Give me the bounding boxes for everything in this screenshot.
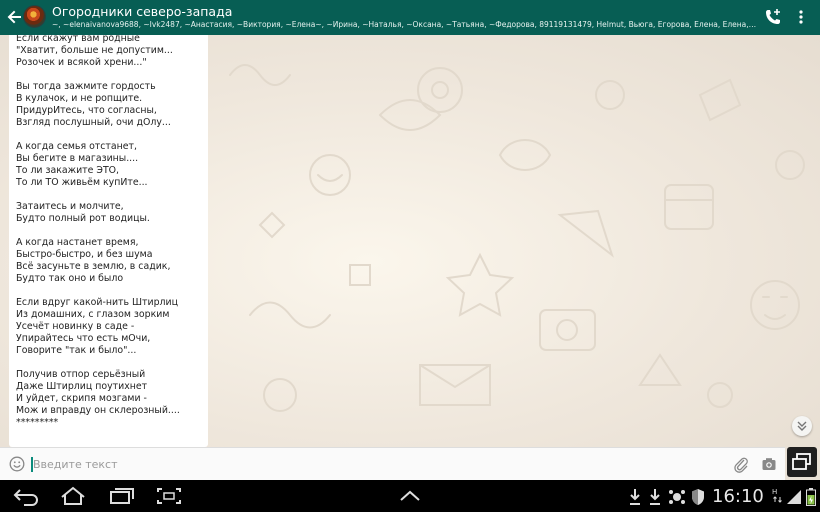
- camera-icon[interactable]: [761, 456, 777, 472]
- message-stanza: Если скажут вам родные "Хватит, больше н…: [16, 35, 173, 68]
- message-compose-bar: [0, 447, 785, 480]
- nav-home-icon[interactable]: [58, 486, 88, 506]
- svg-text:H: H: [772, 488, 777, 496]
- download-icon: [650, 489, 660, 505]
- participants-list[interactable]: ~, ~elenaivanova9688, ~Ivk2487, ~Анастас…: [52, 20, 758, 29]
- message-stanza: А когда семья отстанет, Вы бегите в мага…: [16, 141, 148, 188]
- download-icon: [630, 489, 640, 505]
- back-arrow-icon[interactable]: [5, 7, 23, 27]
- chat-header[interactable]: Огородники северо-запада ~, ~elenaivanov…: [0, 0, 820, 35]
- multiwindow-button[interactable]: [787, 447, 817, 477]
- message-input[interactable]: [33, 455, 713, 474]
- nav-recents-icon[interactable]: [107, 486, 137, 506]
- chat-title[interactable]: Огородники северо-запада: [52, 4, 232, 19]
- overlapping-windows-icon: [792, 453, 811, 470]
- paperclip-icon[interactable]: [733, 456, 749, 473]
- shield-icon: [692, 489, 704, 505]
- add-call-icon[interactable]: [764, 8, 782, 26]
- message-stanza: Если вдруг какой-нить Штирлиц Из домашни…: [16, 297, 179, 356]
- battery-icon: [806, 488, 816, 506]
- message-stanza: А когда настанет время, Быстро-быстро, и…: [16, 237, 171, 284]
- message-stanza: Затаитесь и молчите, Будто полный рот во…: [16, 201, 150, 224]
- system-navigation-bar: 16:10 H: [0, 480, 820, 512]
- screenshot-icon[interactable]: [154, 486, 184, 506]
- message-stanza: Получив отпор серьёзный Даже Штирлиц поу…: [16, 369, 180, 428]
- message-bubble[interactable]: Если скажут вам родные "Хватит, больше н…: [9, 35, 208, 447]
- double-chevron-down-icon: [797, 421, 807, 431]
- emoji-icon[interactable]: [9, 456, 25, 472]
- chevron-up-icon[interactable]: [398, 488, 422, 504]
- more-vert-icon[interactable]: [796, 8, 806, 26]
- chat-area[interactable]: Если скажут вам родные "Хватит, больше н…: [0, 35, 820, 447]
- scroll-to-bottom-button[interactable]: [792, 416, 812, 436]
- signal-icon: [787, 490, 801, 504]
- group-avatar[interactable]: [23, 5, 46, 28]
- network-type-icon: H: [772, 488, 782, 503]
- message-stanza: Вы тогда зажмите гордость В кулачок, и н…: [16, 81, 171, 128]
- notification-app-icon: [669, 490, 685, 504]
- status-clock: 16:10: [712, 486, 764, 507]
- nav-back-icon[interactable]: [12, 487, 42, 507]
